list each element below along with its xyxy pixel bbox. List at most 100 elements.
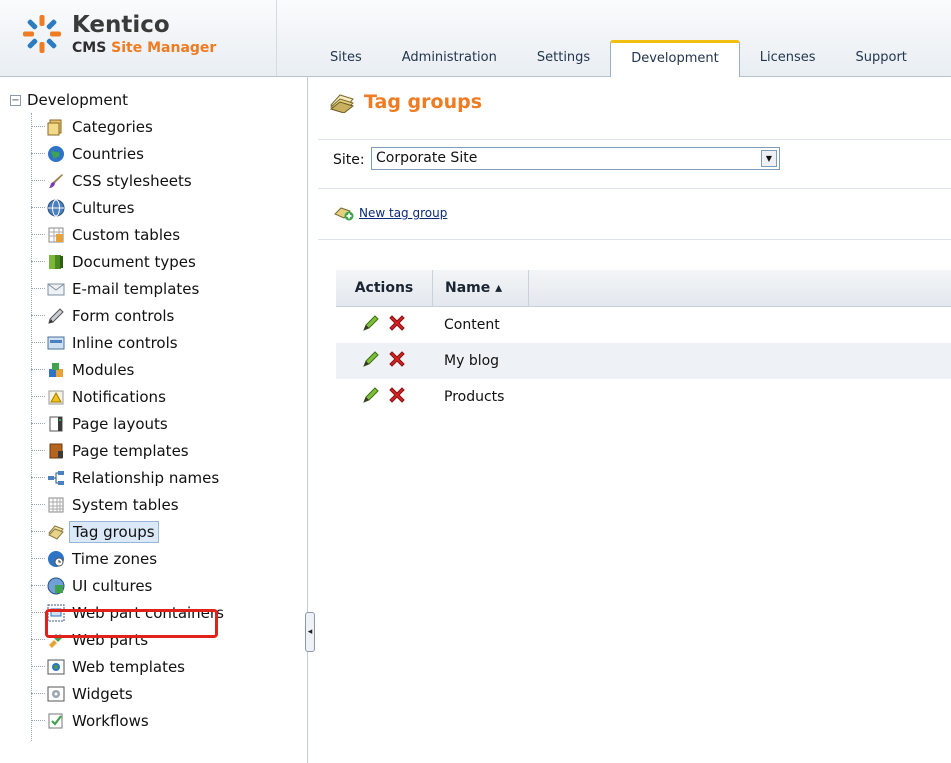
page-layouts-icon — [49, 416, 63, 431]
tree-connector — [31, 261, 45, 262]
tree-item-modules[interactable]: Modules — [31, 356, 137, 383]
tree-item-label: Cultures — [72, 198, 135, 217]
tree-item-widgets[interactable]: Widgets — [31, 680, 136, 707]
document-types-icon — [49, 254, 63, 269]
system-tables-icon — [48, 497, 64, 512]
tree-item-label: Page templates — [72, 441, 189, 460]
tree-item-categories[interactable]: Categories — [31, 113, 156, 140]
tree-item-email-templates[interactable]: E-mail templates — [31, 275, 202, 302]
tab-development[interactable]: Development — [610, 40, 740, 77]
navigation-tree-panel: − Development Categories Countries CSS s… — [0, 77, 308, 763]
tree-connector — [31, 531, 45, 532]
tree-item-label: E-mail templates — [72, 279, 200, 298]
tree-item-page-layouts[interactable]: Page layouts — [31, 410, 171, 437]
app-header: Kentico CMS Site Manager Sites Administr… — [0, 0, 951, 77]
delete-x-icon[interactable] — [387, 385, 407, 409]
tab-administration[interactable]: Administration — [382, 40, 517, 76]
widgets-icon — [47, 686, 65, 701]
main-content: Tag groups Site: Corporate Site ▼ New ta… — [318, 77, 951, 763]
tree-item-label: Modules — [72, 360, 135, 379]
tree-connector — [31, 666, 45, 667]
logo-subtitle: CMS Site Manager — [72, 40, 216, 56]
inline-controls-icon — [47, 336, 65, 349]
tree-connector — [31, 234, 45, 235]
tree-connector — [31, 288, 45, 289]
tree-item-label: Document types — [72, 252, 196, 271]
delete-x-icon[interactable] — [387, 313, 407, 337]
tree-item-form-controls[interactable]: Form controls — [31, 302, 177, 329]
tree-connector — [31, 477, 45, 478]
tree-connector — [31, 396, 45, 397]
tree-item-label: Custom tables — [72, 225, 181, 244]
tree-item-countries[interactable]: Countries — [31, 140, 147, 167]
tree-connector — [31, 450, 45, 451]
edit-pencil-icon[interactable] — [361, 349, 381, 373]
tab-licenses[interactable]: Licenses — [740, 40, 836, 76]
name-column-header[interactable]: Name ▴ — [433, 270, 529, 306]
tree-item-document-types[interactable]: Document types — [31, 248, 199, 275]
new-tag-group-label: New tag group — [359, 206, 448, 220]
tree-item-label: Countries — [72, 144, 144, 163]
actions-column-header: Actions — [336, 270, 433, 306]
tree-item-css-stylesheets[interactable]: CSS stylesheets — [31, 167, 195, 194]
tree-item-label: Web templates — [72, 657, 185, 676]
tree-connector — [31, 207, 45, 208]
tree-connector — [31, 180, 45, 181]
collapse-expander-icon[interactable]: − — [10, 94, 21, 106]
page-header: Tag groups — [328, 91, 482, 113]
action-bar: New tag group — [318, 187, 951, 240]
ui-cultures-icon — [47, 577, 65, 594]
tree-item-notifications[interactable]: Notifications — [31, 383, 169, 410]
kentico-logo: Kentico CMS Site Manager — [14, 6, 276, 70]
tree-item-cultures[interactable]: Cultures — [31, 194, 137, 221]
page-title: Tag groups — [364, 91, 483, 113]
tree-root-label: Development — [27, 91, 128, 109]
header-divider — [276, 0, 277, 76]
tree-item-tag-groups[interactable]: Tag groups — [31, 518, 159, 545]
tree-item-inline-controls[interactable]: Inline controls — [31, 329, 181, 356]
chevron-down-icon[interactable]: ▼ — [761, 150, 777, 167]
relationship-icon — [48, 470, 64, 485]
tree-item-label: System tables — [72, 495, 179, 514]
tree-connector — [31, 315, 45, 316]
tree-connector — [31, 612, 45, 613]
collapse-panel-handle[interactable]: ◂ — [305, 612, 315, 652]
tree-connector — [31, 558, 45, 559]
grid-header: Actions Name ▴ — [336, 270, 951, 307]
categories-icon — [47, 119, 62, 135]
tree-item-time-zones[interactable]: Time zones — [31, 545, 160, 572]
tab-sites[interactable]: Sites — [310, 40, 382, 76]
tree-connector — [31, 126, 45, 127]
tab-support[interactable]: Support — [836, 40, 927, 76]
site-select[interactable]: Corporate Site ▼ — [371, 147, 780, 170]
tag-groups-title-icon — [329, 94, 355, 113]
tree-item-web-templates[interactable]: Web templates — [31, 653, 188, 680]
tree-item-ui-cultures[interactable]: UI cultures — [31, 572, 155, 599]
email-template-icon — [47, 283, 65, 295]
tree-connector — [31, 153, 45, 154]
tree-item-label: Form controls — [72, 306, 175, 325]
tree-connector — [31, 423, 45, 424]
tree-item-page-templates[interactable]: Page templates — [31, 437, 192, 464]
new-tag-group-link[interactable]: New tag group — [333, 205, 447, 221]
row-name: Content — [444, 317, 500, 333]
tree-item-relationship-names[interactable]: Relationship names — [31, 464, 222, 491]
tree-connector — [31, 369, 45, 370]
form-controls-icon — [48, 307, 64, 324]
tree-item-label: Categories — [72, 117, 153, 136]
tree-connector — [31, 342, 45, 343]
tree-root-development[interactable]: − Development — [10, 91, 128, 109]
edit-pencil-icon[interactable] — [361, 385, 381, 409]
row-actions — [336, 313, 432, 337]
tree-item-label: UI cultures — [72, 576, 153, 595]
tree-item-system-tables[interactable]: System tables — [31, 491, 182, 518]
time-zones-icon — [48, 550, 64, 567]
tab-settings[interactable]: Settings — [517, 40, 610, 76]
workflows-icon — [48, 713, 63, 728]
selection-highlight-annotation — [45, 609, 218, 638]
tree-connector — [31, 693, 45, 694]
tree-item-custom-tables[interactable]: Custom tables — [31, 221, 183, 248]
tree-item-workflows[interactable]: Workflows — [31, 707, 152, 734]
delete-x-icon[interactable] — [387, 349, 407, 373]
edit-pencil-icon[interactable] — [361, 313, 381, 337]
